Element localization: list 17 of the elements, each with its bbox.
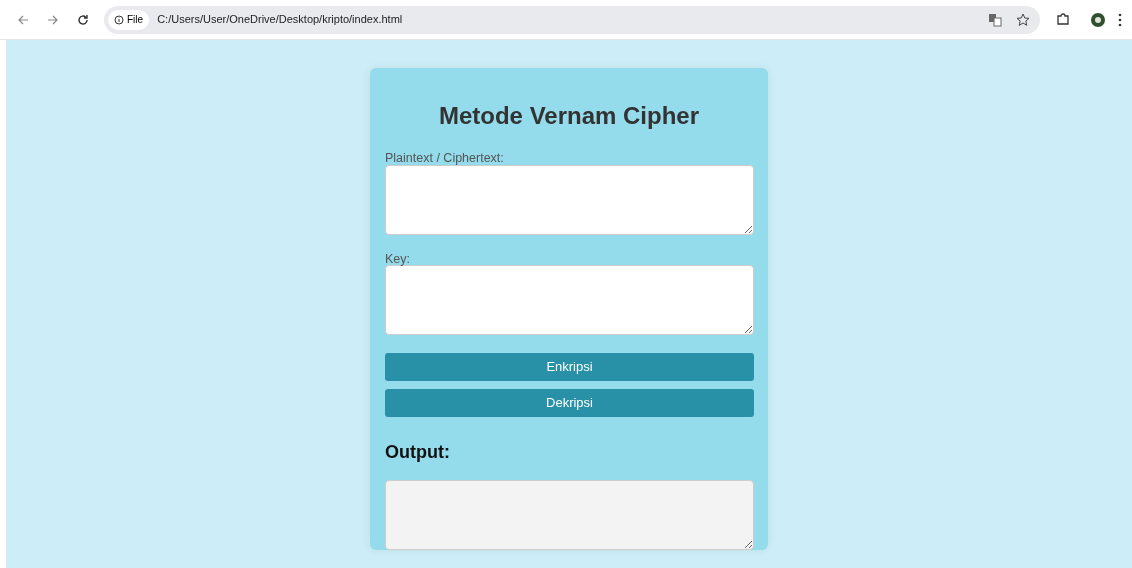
info-icon [114, 14, 124, 25]
card-title: Metode Vernam Cipher [437, 101, 701, 131]
forward-arrow-icon [47, 13, 59, 26]
url-text: C:/Users/User/OneDrive/Desktop/kripto/index.html [157, 12, 403, 28]
output-heading: Output: [385, 441, 451, 464]
address-bar[interactable]: File C:/Users/User/OneDrive/Desktop/kripto/index.html [104, 5, 1040, 34]
action-button[interactable]: Enkripsi [385, 353, 754, 381]
field-label: Key: [385, 252, 411, 265]
action-button[interactable]: Dekripsi [385, 389, 754, 417]
menu-icon[interactable] [1118, 12, 1122, 27]
site-info-chip[interactable]: File [108, 9, 150, 30]
back-arrow-icon [17, 13, 29, 26]
field-label: Plaintext / Ciphertext: [385, 152, 505, 165]
star-icon[interactable] [1016, 12, 1030, 27]
translate-icon[interactable] [988, 12, 1002, 27]
reload-icon [77, 13, 89, 26]
profile-avatar-icon[interactable] [1090, 11, 1106, 28]
